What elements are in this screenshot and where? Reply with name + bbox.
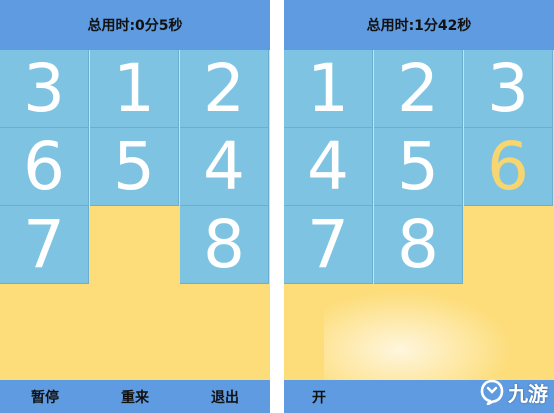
puzzle-tile-2[interactable]: 2 <box>180 50 269 128</box>
watermark-text: 九游 <box>508 381 548 406</box>
exit-button[interactable]: 退出 <box>211 387 239 407</box>
timer-text: 总用时:1分42秒 <box>366 18 472 34</box>
puzzle-tile-1[interactable]: 1 <box>284 50 373 128</box>
start-button[interactable]: 开 <box>312 387 326 407</box>
puzzle-grid: 123 456 78 <box>284 50 554 286</box>
timer-header: 总用时:0分5秒 <box>0 0 270 50</box>
puzzle-tile-6[interactable]: 6 <box>464 128 553 206</box>
watermark: 九游 <box>479 375 548 409</box>
puzzle-tile-7[interactable]: 7 <box>0 206 89 284</box>
puzzle-tile-8[interactable]: 8 <box>180 206 269 284</box>
puzzle-panel-left: 总用时:0分5秒 312 654 7 8 暂停 重来 退出 <box>0 0 270 413</box>
puzzle-tile-7[interactable]: 7 <box>284 206 373 284</box>
puzzle-tile-5[interactable]: 5 <box>90 128 179 206</box>
puzzle-tile-4[interactable]: 4 <box>284 128 373 206</box>
puzzle-tile-5[interactable]: 5 <box>374 128 463 206</box>
timer-header: 总用时:1分42秒 <box>284 0 554 50</box>
control-bar: 暂停 重来 退出 <box>0 380 270 413</box>
puzzle-tile-3[interactable]: 3 <box>464 50 553 128</box>
puzzle-tile-6[interactable]: 6 <box>0 128 89 206</box>
puzzle-tile-1[interactable]: 1 <box>90 50 179 128</box>
pause-button[interactable]: 暂停 <box>31 387 59 407</box>
puzzle-grid: 312 654 7 8 <box>0 50 270 286</box>
puzzle-tile-8[interactable]: 8 <box>374 206 463 284</box>
restart-button[interactable]: 重来 <box>121 387 149 407</box>
timer-text: 总用时:0分5秒 <box>87 18 183 34</box>
puzzle-tile-2[interactable]: 2 <box>374 50 463 128</box>
jiuyou-logo-icon <box>480 379 504 405</box>
puzzle-panel-right: 总用时:1分42秒 123 456 78 开 九游 <box>284 0 554 413</box>
puzzle-tile-4[interactable]: 4 <box>180 128 269 206</box>
panel-divider <box>270 0 284 413</box>
puzzle-tile-3[interactable]: 3 <box>0 50 89 128</box>
